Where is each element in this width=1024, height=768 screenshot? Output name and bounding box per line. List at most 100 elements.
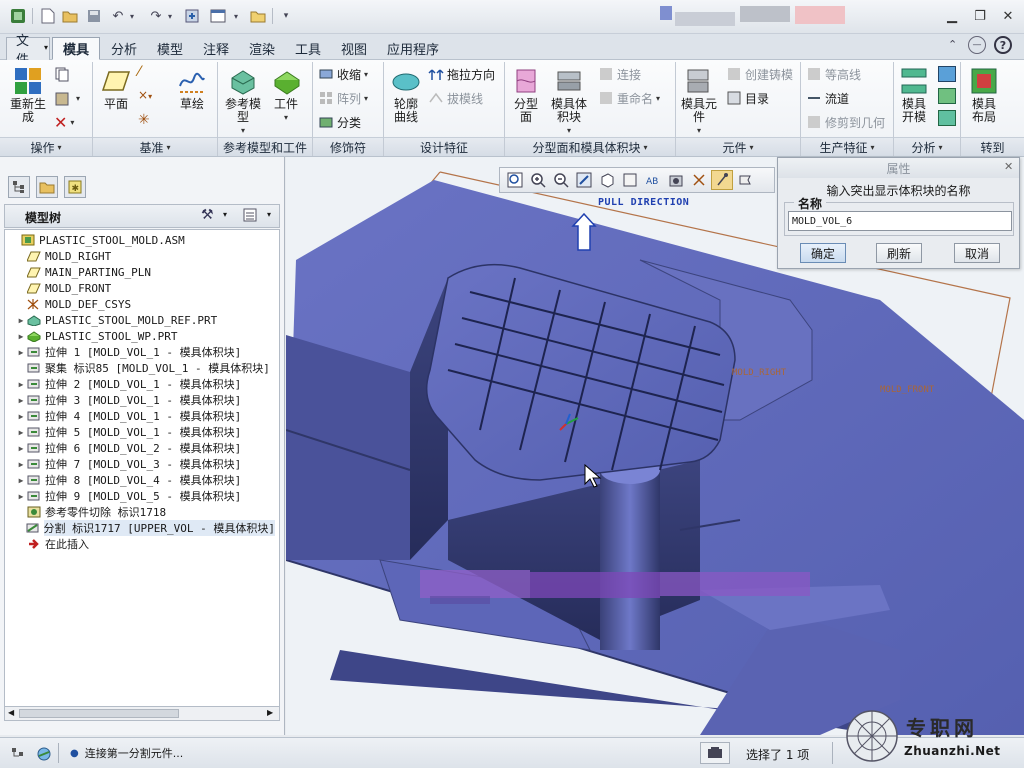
refit-icon[interactable] [504,170,526,190]
group-parting[interactable]: 分型面和模具体积块 ▾ [505,137,675,156]
cancel-button[interactable]: 取消 [954,243,1000,263]
delete-button[interactable]: ✕ ▾ [54,112,74,132]
scroll-thumb[interactable] [19,709,179,718]
expand-icon[interactable]: ▶ [15,476,27,485]
expand-icon[interactable]: ▶ [15,316,27,325]
mold-open-button[interactable]: 模具开模 [896,66,932,124]
ref-model-button[interactable]: 参考模型 ▾ [222,66,264,137]
copy-button[interactable] [54,64,73,84]
display-style-icon[interactable] [665,170,687,190]
volume-name-input[interactable] [788,211,1012,231]
selection-filter-icon[interactable] [700,742,730,764]
tab-6[interactable]: 工具 [286,37,330,60]
tree-row[interactable]: ▶ 拉伸 7 [MOLD_VOL_3 - 模具体积块] [5,456,275,472]
spin-center-icon[interactable] [711,170,733,190]
analysis-tool-icon[interactable] [938,88,956,104]
workpiece-button[interactable]: 工件 ▾ [268,66,304,124]
point-icon[interactable]: ×▾ [138,88,152,102]
saved-views-icon[interactable] [619,170,641,190]
minimize-ribbon-icon[interactable]: — [968,36,986,54]
tree-row[interactable]: ▶ 拉伸 3 [MOLD_VOL_1 - 模具体积块] [5,392,275,408]
expand-icon[interactable]: ▶ [15,492,27,501]
tab-8[interactable]: 应用程序 [378,37,448,60]
zoom-in-icon[interactable] [527,170,549,190]
ok-button[interactable]: 确定 [800,243,846,263]
shrink-button[interactable]: 收缩 ▾ [318,64,368,84]
close-icon[interactable]: ✕ [996,6,1020,26]
browser-toggle-icon[interactable] [34,744,54,764]
show-icon[interactable] [243,208,257,225]
settings-dropdown-icon[interactable]: ▾ [223,210,227,219]
expand-icon[interactable]: ▶ [15,348,27,357]
redo-dropdown-icon[interactable]: ▾ [160,6,180,26]
tab-5[interactable]: 渲染 [240,37,284,60]
create-casting-button[interactable]: 创建铸模 [726,64,793,84]
tree-row[interactable]: ▶ 拉伸 5 [MOLD_VOL_1 - 模具体积块] [5,424,275,440]
undo-dropdown-icon[interactable]: ▾ [122,6,142,26]
tree-row[interactable]: ▶ 拉伸 6 [MOLD_VOL_2 - 模具体积块] [5,440,275,456]
contour-button[interactable]: 等高线 [806,64,861,84]
tree-row[interactable]: 聚集 标识85 [MOLD_VOL_1 - 模具体积块] [5,360,275,376]
paste-button[interactable]: ▾ [54,88,80,108]
refresh-button[interactable]: 刷新 [876,243,922,263]
expand-icon[interactable]: ▶ [15,428,27,437]
trim-to-geometry-button[interactable]: 修剪到几何 [806,112,885,132]
tree-horizontal-scrollbar[interactable]: ◀ ▶ [4,706,280,721]
tree-row[interactable]: ▶ 拉伸 1 [MOLD_VOL_1 - 模具体积块] [5,344,275,360]
axis-icon[interactable]: ⁄ [138,64,140,80]
folder-browser-tab[interactable] [36,176,58,198]
plane-button[interactable]: 平面 [98,66,134,111]
analysis-tool-icon[interactable] [938,110,956,126]
expand-icon[interactable]: ▶ [15,444,27,453]
catalog-button[interactable]: 目录 [726,88,769,108]
window-icon[interactable] [208,6,228,26]
dialog-close-icon[interactable]: ✕ [1004,160,1013,173]
csys-icon[interactable]: ✳ [138,112,150,128]
connect-button[interactable]: 连接 [598,64,641,84]
collapse-ribbon-icon[interactable]: ⌃ [948,38,957,51]
tree-row[interactable]: ▶ 拉伸 2 [MOLD_VOL_1 - 模具体积块] [5,376,275,392]
flag-icon[interactable] [734,170,756,190]
zoom-out-icon[interactable] [550,170,572,190]
tree-row[interactable]: ▶ PLASTIC_STOOL_WP.PRT [5,328,275,344]
scroll-left-icon[interactable]: ◀ [8,708,14,717]
classify-button[interactable]: 分类 [318,112,361,132]
navigator-toggle-icon[interactable] [8,744,28,764]
annotation-display-icon[interactable]: AB [642,170,664,190]
orient-icon[interactable] [596,170,618,190]
save-icon[interactable] [84,6,104,26]
tree-row[interactable]: MOLD_FRONT [5,280,275,296]
customize-icon[interactable]: ▾ [276,6,296,26]
tree-row[interactable]: 分割 标识1717 [UPPER_VOL - 模具体积块] [5,520,275,536]
rename-button[interactable]: 重命名 ▾ [598,88,660,108]
tree-row[interactable]: MAIN_PARTING_PLN [5,264,275,280]
flow-button[interactable]: 流道 [806,88,849,108]
tab-2[interactable]: 分析 [102,37,146,60]
draft-line-button[interactable]: 拔模线 [428,88,483,108]
window-dropdown-icon[interactable]: ▾ [226,6,246,26]
tree-row[interactable]: ▶ PLASTIC_STOOL_MOLD_REF.PRT [5,312,275,328]
tree-row[interactable]: ▶ 拉伸 4 [MOLD_VOL_1 - 模具体积块] [5,408,275,424]
tree-row[interactable]: ▶ 拉伸 8 [MOLD_VOL_4 - 模具体积块] [5,472,275,488]
tree-row[interactable]: 在此插入 [5,536,275,552]
datum-display-icon[interactable] [688,170,710,190]
group-operations[interactable]: 操作 ▾ [0,137,92,156]
expand-icon[interactable]: ▶ [15,332,27,341]
mold-component-button[interactable]: 模具元件 ▾ [678,66,720,137]
mold-layout-button[interactable]: 模具布局 [966,66,1002,124]
settings-icon[interactable]: ⚒ [201,207,214,223]
regenerate-icon[interactable] [182,6,202,26]
expand-icon[interactable]: ▶ [15,460,27,469]
sketch-button[interactable]: 草绘 [174,66,210,111]
tree-row[interactable]: 参考零件切除 标识1718 [5,504,275,520]
repaint-icon[interactable] [573,170,595,190]
favorites-tab[interactable]: ✱ [64,176,86,198]
expand-icon[interactable]: ▶ [15,380,27,389]
restore-icon[interactable]: ❐ [968,6,992,26]
scroll-right-icon[interactable]: ▶ [267,708,273,717]
mold-volume-button[interactable]: 模具体积块 ▾ [548,66,590,137]
group-components[interactable]: 元件 ▾ [676,137,800,156]
pattern-button[interactable]: 阵列 ▾ [318,88,368,108]
silhouette-curve-button[interactable]: 轮廓曲线 [388,66,424,124]
close-window-icon[interactable] [248,6,268,26]
